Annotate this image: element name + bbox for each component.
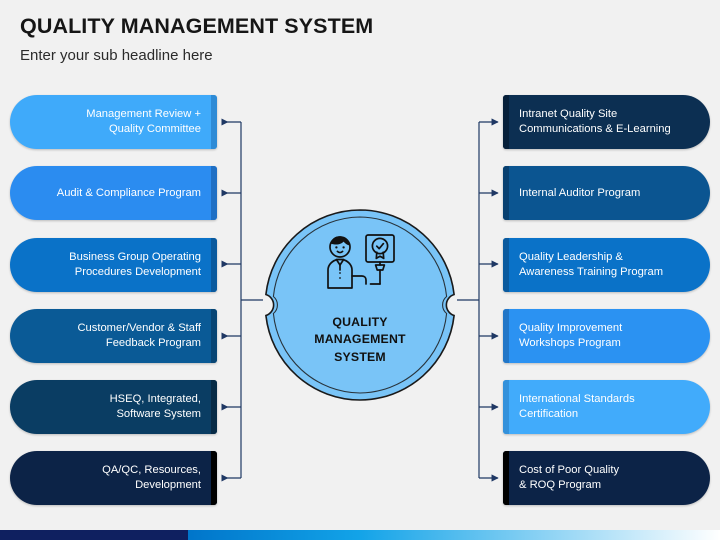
accent-strip — [503, 166, 509, 220]
left-node-2[interactable]: Audit & Compliance Program — [10, 166, 217, 220]
left-node-2-label: Audit & Compliance Program — [56, 186, 201, 199]
footer-bar-right — [188, 530, 720, 540]
center-hub[interactable]: QUALITY MANAGEMENT SYSTEM — [263, 208, 457, 402]
right-node-5-label: International Standards Certification — [519, 393, 635, 420]
quality-inspector-badge-icon — [327, 234, 395, 289]
accent-strip — [503, 309, 509, 363]
left-node-5-label: HSEQ, Integrated, Software System — [109, 393, 201, 420]
right-node-3-label: Quality Leadership & Awareness Training P… — [519, 251, 664, 278]
hub-title: QUALITY MANAGEMENT SYSTEM — [263, 314, 457, 366]
accent-strip — [503, 451, 509, 505]
accent-strip — [211, 166, 217, 220]
right-node-6-label: Cost of Poor Quality & ROQ Program — [519, 464, 620, 491]
left-node-6[interactable]: QA/QC, Resources, Development — [10, 451, 217, 505]
accent-strip — [211, 95, 217, 149]
page-subtitle: Enter your sub headline here — [20, 46, 213, 64]
accent-strip — [211, 238, 217, 292]
right-node-6[interactable]: Cost of Poor Quality & ROQ Program — [503, 451, 710, 505]
left-node-5[interactable]: HSEQ, Integrated, Software System — [10, 380, 217, 434]
right-node-1-label: Intranet Quality Site Communications & E-… — [519, 108, 671, 135]
right-node-5[interactable]: International Standards Certification — [503, 380, 710, 434]
accent-strip — [211, 380, 217, 434]
right-node-3[interactable]: Quality Leadership & Awareness Training P… — [503, 238, 710, 292]
right-node-4[interactable]: Quality Improvement Workshops Program — [503, 309, 710, 363]
hub-title-line-2: MANAGEMENT — [314, 332, 406, 347]
header: QUALITY MANAGEMENT SYSTEM Enter your sub… — [20, 14, 620, 65]
accent-strip — [211, 451, 217, 505]
hub-title-line-1: QUALITY — [332, 315, 388, 329]
accent-strip — [503, 380, 509, 434]
right-node-2[interactable]: Internal Auditor Program — [503, 166, 710, 220]
left-node-1[interactable]: Management Review + Quality Committee — [10, 95, 217, 149]
footer-bar-left — [0, 530, 188, 540]
accent-strip — [503, 238, 509, 292]
slide-canvas: QUALITY MANAGEMENT SYSTEM Enter your sub… — [0, 0, 720, 540]
right-node-1[interactable]: Intranet Quality Site Communications & E-… — [503, 95, 710, 149]
left-node-1-label: Management Review + Quality Committee — [86, 108, 201, 135]
hub-title-line-3: SYSTEM — [334, 349, 386, 364]
footer-bar — [0, 530, 720, 540]
accent-strip — [503, 95, 509, 149]
right-node-2-label: Internal Auditor Program — [519, 186, 641, 199]
left-node-3-label: Business Group Operating Procedures Devel… — [69, 251, 201, 278]
left-node-3[interactable]: Business Group Operating Procedures Devel… — [10, 238, 217, 292]
accent-strip — [211, 309, 217, 363]
right-node-4-label: Quality Improvement Workshops Program — [519, 322, 623, 349]
left-node-4-label: Customer/Vendor & Staff Feedback Program — [77, 322, 201, 349]
left-node-4[interactable]: Customer/Vendor & Staff Feedback Program — [10, 309, 217, 363]
left-node-6-label: QA/QC, Resources, Development — [102, 464, 201, 491]
page-title: QUALITY MANAGEMENT SYSTEM — [20, 14, 374, 38]
